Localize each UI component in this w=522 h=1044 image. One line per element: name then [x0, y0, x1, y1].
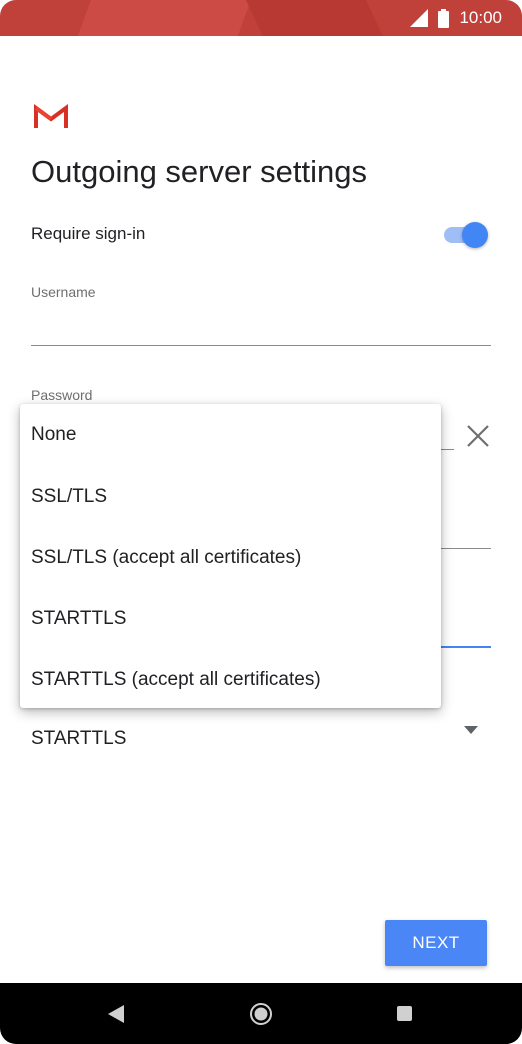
- home-icon[interactable]: [249, 1002, 273, 1026]
- page-title: Outgoing server settings: [31, 154, 368, 189]
- dropdown-option-none[interactable]: None: [20, 404, 441, 466]
- navigation-bar: [0, 983, 522, 1044]
- security-type-select[interactable]: STARTTLS: [31, 728, 126, 750]
- recent-apps-icon[interactable]: [397, 1006, 412, 1021]
- password-label: Password: [31, 387, 93, 403]
- signal-icon: [410, 9, 429, 27]
- dropdown-option-starttls[interactable]: STARTTLS: [20, 588, 441, 649]
- gmail-logo: [34, 104, 68, 128]
- port-field-underline[interactable]: [436, 548, 491, 549]
- back-icon[interactable]: [108, 1005, 124, 1023]
- server-field-underline[interactable]: [436, 646, 491, 648]
- require-signin-label: Require sign-in: [31, 224, 146, 243]
- dropdown-option-ssl-tls[interactable]: SSL/TLS: [20, 466, 441, 527]
- toggle-thumb: [462, 222, 488, 248]
- dropdown-option-starttls-accept-all[interactable]: STARTTLS (accept all certificates): [20, 649, 441, 710]
- next-button[interactable]: NEXT: [385, 920, 487, 966]
- chevron-down-icon[interactable]: [464, 726, 478, 734]
- dropdown-option-ssl-tls-accept-all[interactable]: SSL/TLS (accept all certificates): [20, 527, 441, 588]
- status-bar: 10:00: [0, 0, 522, 36]
- status-time: 10:00: [459, 8, 502, 27]
- username-label: Username: [31, 284, 96, 300]
- status-bar-decoration: [232, 0, 408, 36]
- clear-password-icon[interactable]: [465, 423, 491, 449]
- status-icons: 10:00: [410, 8, 502, 28]
- battery-icon: [438, 8, 450, 28]
- require-signin-toggle[interactable]: [444, 222, 488, 248]
- username-field[interactable]: [31, 345, 491, 346]
- status-bar-decoration: [58, 0, 262, 36]
- security-type-dropdown: None SSL/TLS SSL/TLS (accept all certifi…: [20, 404, 441, 708]
